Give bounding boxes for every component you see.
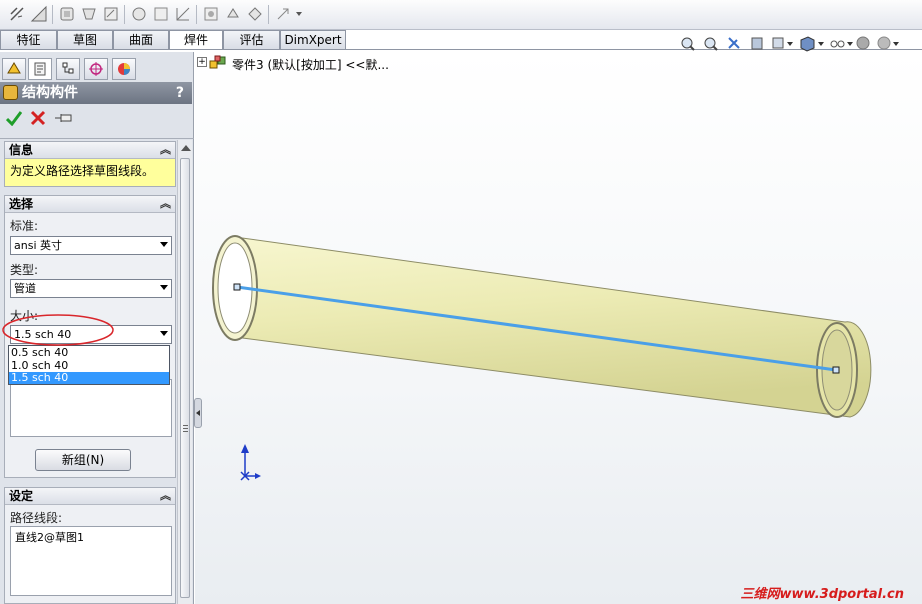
structural-member-icon [3, 85, 18, 100]
extruded-boss-icon[interactable] [224, 5, 242, 23]
section-view-icon [751, 37, 763, 50]
extruded-cut-icon[interactable] [246, 5, 264, 23]
size-dropdown-list: 0.5 sch 40 1.0 sch 40 1.5 sch 40 [8, 345, 170, 385]
zoom-area-icon [704, 37, 718, 51]
type-select[interactable]: 管道 [10, 279, 172, 298]
standard-label: 标准: [10, 219, 39, 233]
trim-extend-icon[interactable] [102, 5, 120, 23]
selection-header[interactable]: 选择 ︽ [5, 196, 175, 213]
tab-weldments[interactable]: 焊件 [169, 30, 223, 50]
feature-tree-part[interactable]: 零件3 (默认[按加工] <<默... [232, 56, 389, 73]
settings-header[interactable]: 设定 ︽ [5, 488, 175, 505]
path-endpoint-start [233, 283, 241, 291]
coordinate-triad [240, 444, 261, 481]
configuration-manager-tab[interactable] [56, 58, 80, 80]
chevron-down-icon [160, 285, 168, 290]
scroll-thumb[interactable] [180, 158, 190, 598]
settings-group: 设定 ︽ 路径线段: 直线2@草图1 [4, 487, 176, 604]
config-name: (默认[按加工] <<默... [267, 58, 389, 72]
standard-select[interactable]: ansi 英寸 [10, 236, 172, 255]
ok-button[interactable] [5, 110, 23, 127]
path-endpoint-end [832, 366, 840, 374]
structural-member-icon[interactable] [58, 5, 76, 23]
previous-view-icon [728, 37, 740, 49]
feature-manager-tab[interactable] [2, 58, 26, 80]
toolbar-overflow-icon[interactable] [296, 12, 302, 16]
heads-up-toolbar [677, 34, 922, 52]
fillet-bead-icon[interactable] [174, 5, 192, 23]
cancel-button[interactable] [30, 110, 46, 126]
help-button[interactable]: ? [176, 82, 184, 104]
graphics-area[interactable]: + 零件3 (默认[按加工] <<默... 三维网www.3dportal.cn [195, 36, 922, 604]
chevron-down-icon [160, 242, 168, 247]
hole-wizard-icon[interactable] [274, 5, 292, 23]
profile-list[interactable] [10, 379, 172, 437]
highlight-ellipse [2, 314, 114, 346]
display-style-icon [800, 36, 824, 52]
collapse-icon[interactable]: ︽ [160, 142, 171, 158]
part-icon [209, 55, 227, 71]
manager-tabs [0, 56, 194, 82]
tab-surfaces[interactable]: 曲面 [113, 30, 169, 49]
collapse-icon[interactable]: ︽ [160, 196, 171, 212]
property-manager-tab[interactable] [28, 58, 52, 80]
display-manager-tab[interactable] [112, 58, 136, 80]
selection-header-label: 选择 [9, 197, 34, 211]
size-option-selected[interactable]: 1.5 sch 40 [9, 372, 169, 384]
panel-divider [0, 138, 194, 139]
panel-scrollbar[interactable] [177, 140, 192, 604]
appearance-icon [856, 36, 870, 50]
watermark: 三维网www.3dportal.cn [740, 587, 904, 602]
panel-actions [0, 106, 192, 132]
standard-value: ansi 英寸 [14, 239, 62, 252]
scene-icon [877, 36, 899, 50]
zoom-to-fit-icon [681, 37, 695, 51]
panel-title: 结构构件 [22, 85, 78, 101]
new-group-button[interactable]: 新组(N) [35, 449, 131, 471]
weld-bead-icon[interactable] [202, 5, 220, 23]
tab-dimxpert[interactable]: DimXpert [280, 30, 346, 49]
pushpin-icon[interactable] [54, 110, 74, 126]
tab-evaluate[interactable]: 评估 [223, 30, 280, 49]
path-segments-list[interactable]: 直线2@草图1 [10, 526, 172, 596]
info-message: 为定义路径选择草图线段。 [5, 159, 175, 186]
panel-collapse-handle[interactable] [194, 398, 202, 428]
tab-features[interactable]: 特征 [0, 30, 57, 49]
chevron-down-icon [160, 331, 168, 336]
type-value: 管道 [14, 282, 36, 295]
view-orientation-icon [772, 37, 793, 49]
info-header-label: 信息 [9, 143, 34, 157]
gusset-icon[interactable] [152, 5, 170, 23]
tab-sketch[interactable]: 草图 [57, 30, 113, 49]
type-label: 类型: [10, 263, 39, 277]
property-manager-title: 结构构件 ? [0, 82, 192, 104]
smart-dimension-icon[interactable] [8, 5, 26, 23]
measure-icon[interactable] [30, 5, 48, 23]
pipe-body [234, 236, 872, 418]
settings-header-label: 设定 [9, 489, 34, 503]
info-header[interactable]: 信息 ︽ [5, 142, 175, 159]
command-toolbar [0, 0, 922, 30]
weldment-icon[interactable] [80, 5, 98, 23]
end-cap-icon[interactable] [130, 5, 148, 23]
list-item[interactable]: 直线2@草图1 [15, 529, 167, 545]
hide-show-items-icon [830, 40, 853, 48]
dimxpert-manager-tab[interactable] [84, 58, 108, 80]
path-segments-label: 路径线段: [10, 511, 63, 525]
info-group: 信息 ︽ 为定义路径选择草图线段。 [4, 141, 176, 187]
scroll-up-icon[interactable] [181, 145, 191, 151]
collapse-icon[interactable]: ︽ [160, 488, 171, 504]
part-name: 零件3 [232, 58, 264, 72]
command-manager-tabs: 特征 草图 曲面 焊件 评估 DimXpert [0, 30, 348, 50]
tree-expand-icon[interactable]: + [197, 57, 207, 67]
